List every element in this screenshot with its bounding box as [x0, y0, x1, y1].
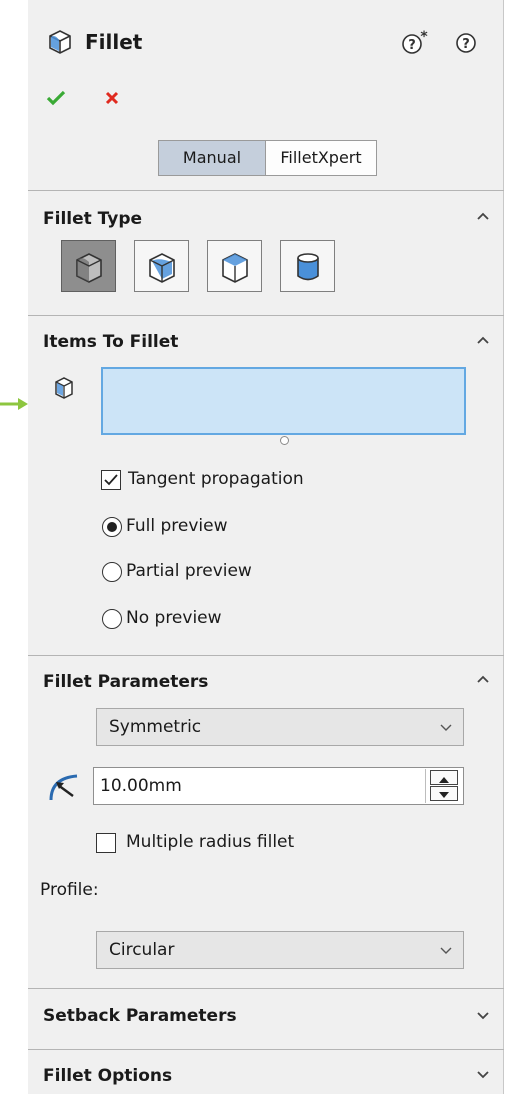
chevron-up-icon[interactable] [475, 671, 491, 687]
divider [28, 190, 504, 191]
partial-preview-radio[interactable] [102, 562, 122, 582]
variable-size-fillet-icon [148, 253, 175, 283]
chevron-up-icon[interactable] [475, 332, 491, 348]
profile-label: Profile: [40, 880, 99, 900]
full-round-fillet-icon [296, 253, 319, 281]
fillet-method-value: Symmetric [109, 717, 202, 737]
triangle-down-icon [439, 792, 449, 798]
section-title-items-to-fillet: Items To Fillet [43, 332, 179, 352]
section-title-setback-parameters[interactable]: Setback Parameters [43, 1006, 237, 1026]
face-fillet-icon [221, 253, 248, 283]
constant-size-fillet-button[interactable] [61, 240, 116, 292]
section-title-fillet-parameters: Fillet Parameters [43, 672, 209, 692]
spin-up-button[interactable] [430, 770, 458, 785]
divider [28, 655, 504, 656]
triangle-up-icon [439, 777, 449, 783]
tangent-propagation-label: Tangent propagation [128, 469, 304, 489]
chevron-down-icon[interactable] [475, 1007, 491, 1023]
profile-dropdown[interactable]: Circular [96, 931, 464, 969]
no-preview-label: No preview [126, 608, 222, 628]
items-selection-box[interactable] [101, 367, 466, 435]
full-preview-label: Full preview [126, 516, 228, 536]
section-title-fillet-options[interactable]: Fillet Options [43, 1066, 172, 1086]
svg-text:?: ? [408, 38, 416, 53]
checkmark-icon[interactable] [46, 89, 66, 107]
tab-filletxpert[interactable]: FilletXpert [265, 140, 377, 176]
variable-size-fillet-button[interactable] [134, 240, 189, 292]
chevron-up-icon[interactable] [475, 208, 491, 224]
radius-icon [49, 774, 78, 801]
checkmark-icon [104, 474, 118, 486]
page-title: Fillet [85, 30, 143, 54]
divider [28, 988, 504, 989]
help-star-icon[interactable]: ? * [400, 30, 430, 56]
chevron-down-icon[interactable] [475, 1066, 491, 1082]
multiple-radius-label: Multiple radius fillet [126, 832, 295, 852]
svg-text:?: ? [462, 37, 470, 52]
fillet-feature-icon [49, 30, 71, 54]
full-round-fillet-button[interactable] [280, 240, 335, 292]
divider [28, 315, 504, 316]
divider [28, 1049, 504, 1050]
radius-value: 10.00mm [100, 776, 182, 796]
profile-value: Circular [109, 940, 175, 960]
spin-down-button[interactable] [430, 786, 458, 801]
svg-text:*: * [420, 30, 428, 45]
tangent-propagation-checkbox[interactable] [101, 470, 121, 490]
multiple-radius-checkbox[interactable] [96, 833, 116, 853]
x-icon[interactable] [104, 90, 120, 106]
resize-handle[interactable] [280, 436, 289, 445]
help-icon[interactable]: ? [455, 32, 477, 54]
arrow-pointer-icon [0, 398, 28, 410]
edge-selection-icon [55, 377, 73, 399]
radius-stepper[interactable] [425, 769, 462, 803]
no-preview-radio[interactable] [102, 609, 122, 629]
full-preview-radio[interactable] [102, 517, 122, 537]
radius-input[interactable]: 10.00mm [93, 767, 464, 805]
constant-size-fillet-icon [75, 253, 102, 283]
section-title-fillet-type: Fillet Type [43, 209, 143, 229]
face-fillet-button[interactable] [207, 240, 262, 292]
tab-manual[interactable]: Manual [158, 140, 266, 176]
fillet-method-dropdown[interactable]: Symmetric [96, 708, 464, 746]
chevron-down-icon [440, 947, 452, 954]
chevron-down-icon [440, 724, 452, 731]
partial-preview-label: Partial preview [126, 561, 252, 581]
